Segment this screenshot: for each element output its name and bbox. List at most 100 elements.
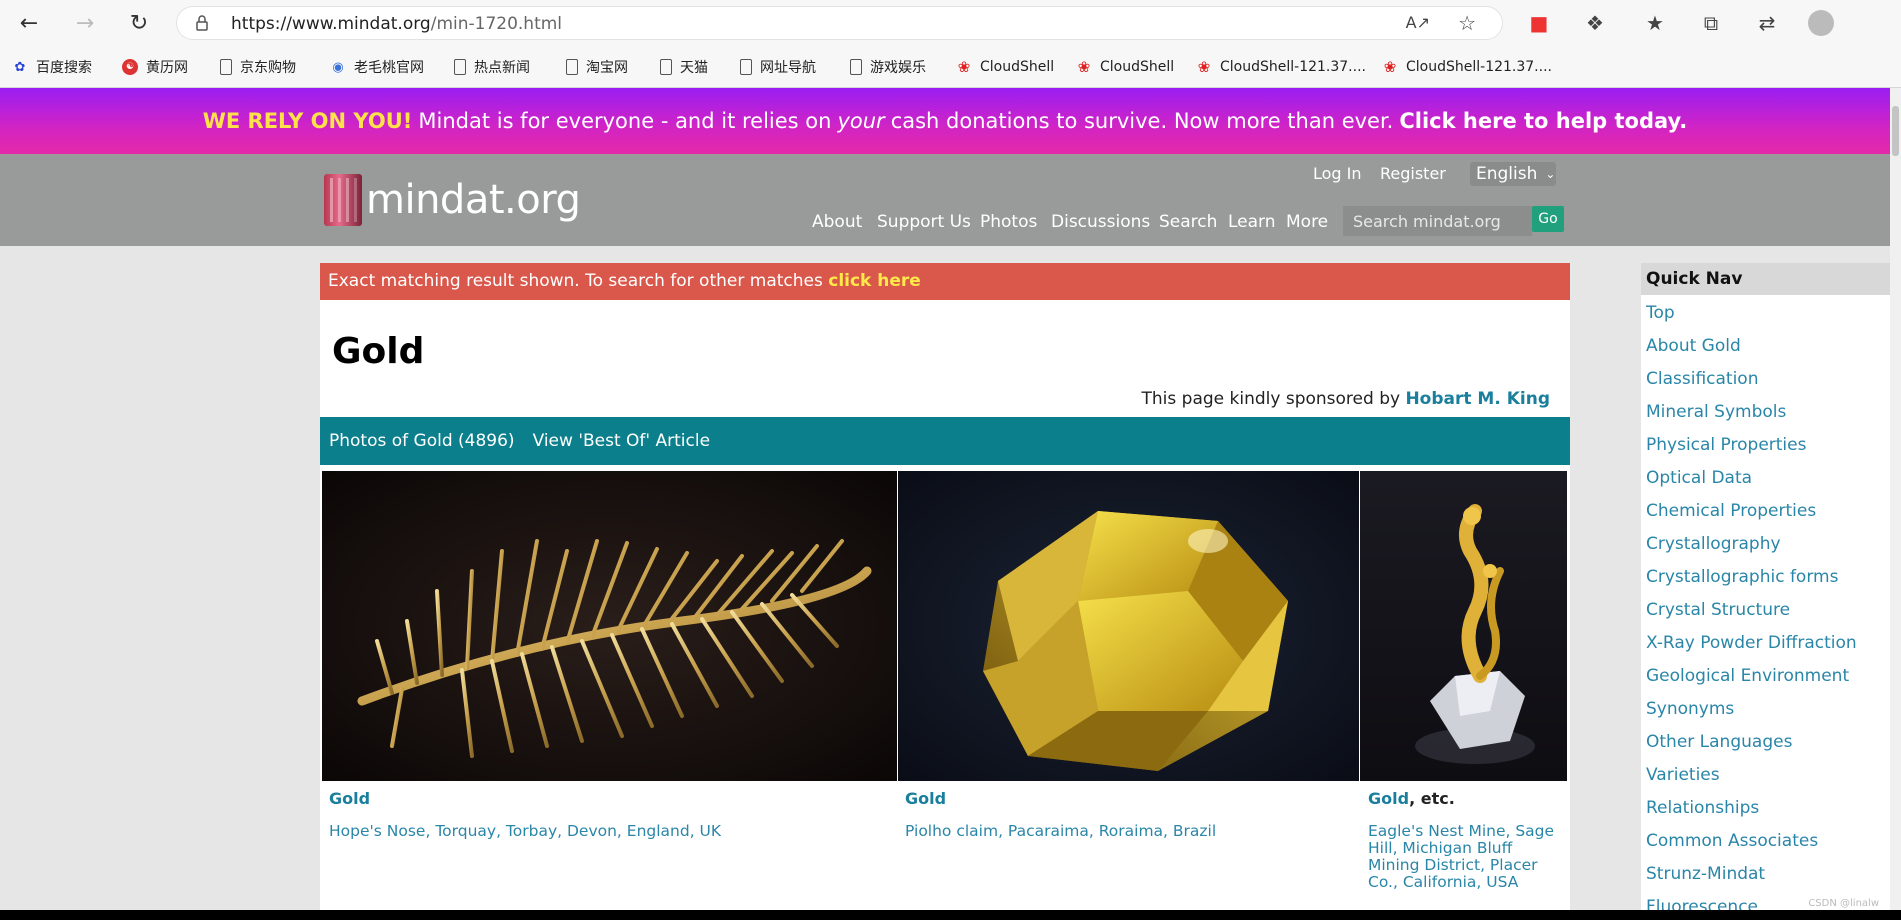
go-button[interactable]: Go	[1532, 206, 1564, 232]
quicknav-item-about[interactable]: About Gold	[1646, 336, 1741, 356]
banner-highlight: WE RELY ON YOU!	[202, 109, 413, 133]
quicknav-item-top[interactable]: Top	[1646, 303, 1675, 323]
bookmark-item[interactable]: ❀ CloudShell-121.37....	[1196, 52, 1366, 82]
quicknav-item-physical-properties[interactable]: Physical Properties	[1646, 435, 1806, 455]
lock-icon	[196, 15, 208, 31]
quicknav-item-crystal-structure[interactable]: Crystal Structure	[1646, 600, 1790, 620]
language-select[interactable]: English ⌄	[1470, 162, 1556, 186]
extensions-icon[interactable]: ❖	[1580, 8, 1610, 38]
menu-support-us[interactable]: Support Us	[877, 212, 971, 232]
photo-caption-location[interactable]: Hope's Nose, Torquay, Torbay, Devon, Eng…	[329, 823, 889, 840]
quicknav-item-xray-diffraction[interactable]: X-Ray Powder Diffraction	[1646, 633, 1857, 653]
forward-icon[interactable]: →	[68, 8, 102, 38]
donation-banner[interactable]: WE RELY ON YOU! Mindat is for everyone -…	[0, 88, 1890, 154]
bookmark-item[interactable]: 热点新闻	[454, 52, 530, 82]
gold-crystal-image	[898, 471, 1359, 781]
huawei-icon: ❀	[957, 58, 971, 76]
bookmarks-bar: ✿ 百度搜索 ☯ 黄历网 京东购物 ◉ 老毛桃官网 热点新闻 淘宝网 天猫 网址导航 …	[0, 52, 1901, 82]
language-value: English	[1476, 164, 1538, 184]
menu-search[interactable]: Search	[1159, 212, 1217, 232]
tab-photos[interactable]: Photos of Gold (4896)	[329, 431, 515, 451]
add-favorite-icon[interactable]: ☆	[1458, 11, 1476, 35]
bookmark-item[interactable]: 天猫	[660, 52, 708, 82]
quicknav-item-common-associates[interactable]: Common Associates	[1646, 831, 1818, 851]
bookmark-item[interactable]: ◉ 老毛桃官网	[330, 52, 424, 82]
menu-discussions[interactable]: Discussions	[1051, 212, 1150, 232]
bookmark-item[interactable]: ☯ 黄历网	[122, 52, 188, 82]
reload-icon[interactable]: ↻	[122, 8, 156, 38]
favorites-icon[interactable]: ★	[1640, 8, 1670, 38]
quicknav-item-mineral-symbols[interactable]: Mineral Symbols	[1646, 402, 1786, 422]
alert-click-here-link[interactable]: click here	[828, 271, 921, 291]
bookmark-item[interactable]: 京东购物	[220, 52, 296, 82]
banner-cta-link[interactable]: Click here to help today.	[1399, 109, 1687, 133]
mindat-logo[interactable]: mindat.org	[324, 174, 581, 226]
bookmark-item[interactable]: ❀ CloudShell-121.37....	[1382, 52, 1552, 82]
quick-nav-heading: Quick Nav	[1641, 263, 1890, 295]
alert-text: Exact matching result shown. To search f…	[328, 271, 823, 291]
quicknav-item-varieties[interactable]: Varieties	[1646, 765, 1720, 785]
bookmark-item[interactable]: ❀ CloudShell	[956, 52, 1054, 82]
gold-photo-dendritic[interactable]	[322, 471, 897, 781]
site-header: mindat.org Log In Register English ⌄ Abou…	[0, 154, 1890, 246]
photo-caption-location[interactable]: Eagle's Nest Mine, Sage Hill, Michigan B…	[1368, 823, 1564, 891]
extension-red-icon[interactable]: ■	[1524, 8, 1554, 38]
quicknav-item-crystallographic-forms[interactable]: Crystallographic forms	[1646, 567, 1838, 587]
quicknav-item-classification[interactable]: Classification	[1646, 369, 1758, 389]
bookmark-item[interactable]: ❀ CloudShell	[1076, 52, 1174, 82]
sync-icon[interactable]: ⇄	[1752, 8, 1782, 38]
back-icon[interactable]: ←	[12, 8, 46, 38]
login-link[interactable]: Log In	[1313, 164, 1362, 188]
tab-best-of-article[interactable]: View 'Best Of' Article	[533, 431, 710, 451]
quicknav-item-geological-environment[interactable]: Geological Environment	[1646, 666, 1849, 686]
bookmark-item[interactable]: 网址导航	[740, 52, 816, 82]
quicknav-item-strunz-mindat[interactable]: Strunz-Mindat	[1646, 864, 1765, 884]
bookmark-item[interactable]: 游戏娱乐	[850, 52, 926, 82]
menu-about[interactable]: About	[812, 212, 862, 232]
menu-more[interactable]: More	[1286, 212, 1328, 232]
quicknav-item-optical-data[interactable]: Optical Data	[1646, 468, 1752, 488]
page-scrollbar[interactable]	[1890, 88, 1901, 920]
page-icon	[660, 59, 672, 75]
register-link[interactable]: Register	[1380, 164, 1446, 188]
logo-text: mindat.org	[366, 177, 581, 223]
quicknav-item-other-languages[interactable]: Other Languages	[1646, 732, 1792, 752]
profile-avatar-icon[interactable]	[1806, 8, 1836, 38]
huawei-icon: ❀	[1197, 58, 1211, 76]
photo-caption-title[interactable]: Gold, etc.	[1368, 789, 1455, 808]
address-bar[interactable]: https://www.mindat.org/min-1720.html A↗ …	[176, 6, 1503, 40]
page-icon	[220, 59, 232, 75]
search-alert: Exact matching result shown. To search f…	[320, 263, 1570, 300]
gold-photo-quartz[interactable]	[1360, 471, 1567, 781]
menu-photos[interactable]: Photos	[980, 212, 1037, 232]
photo-caption-location[interactable]: Piolho claim, Pacaraima, Roraima, Brazil	[905, 823, 1345, 840]
watermark-text: CSDN @linalw	[1808, 898, 1879, 909]
page-title: Gold	[332, 331, 425, 372]
bookmark-item[interactable]: 淘宝网	[566, 52, 628, 82]
sponsor-link[interactable]: Hobart M. King	[1405, 389, 1550, 409]
collections-icon[interactable]: ⧉	[1696, 8, 1726, 38]
page-icon	[850, 59, 862, 75]
sponsor-text: This page kindly sponsored by	[1141, 389, 1401, 409]
huangli-icon: ☯	[122, 59, 138, 75]
gold-dendrite-image	[322, 471, 897, 781]
gold-photo-crystal[interactable]	[898, 471, 1359, 781]
quicknav-item-relationships[interactable]: Relationships	[1646, 798, 1759, 818]
browser-chrome: ← → ↻ https://www.mindat.org/min-1720.ht…	[0, 0, 1901, 88]
photo-tabbar: Photos of Gold (4896) View 'Best Of' Art…	[320, 417, 1570, 465]
bottom-bar	[0, 910, 1901, 920]
chevron-down-icon: ⌄	[1545, 167, 1556, 181]
quicknav-item-chemical-properties[interactable]: Chemical Properties	[1646, 501, 1816, 521]
scroll-thumb[interactable]	[1892, 106, 1899, 156]
baidu-icon: ✿	[14, 59, 26, 75]
laomaotao-icon: ◉	[332, 59, 344, 75]
quicknav-item-synonyms[interactable]: Synonyms	[1646, 699, 1734, 719]
photo-caption-title[interactable]: Gold	[905, 789, 946, 808]
bookmark-item[interactable]: ✿ 百度搜索	[12, 52, 92, 82]
search-input[interactable]: Search mindat.org	[1343, 206, 1532, 236]
menu-learn[interactable]: Learn	[1228, 212, 1276, 232]
logo-crystal-icon	[324, 174, 362, 226]
photo-caption-title[interactable]: Gold	[329, 789, 370, 808]
read-aloud-icon[interactable]: A↗	[1406, 13, 1430, 32]
quicknav-item-crystallography[interactable]: Crystallography	[1646, 534, 1781, 554]
